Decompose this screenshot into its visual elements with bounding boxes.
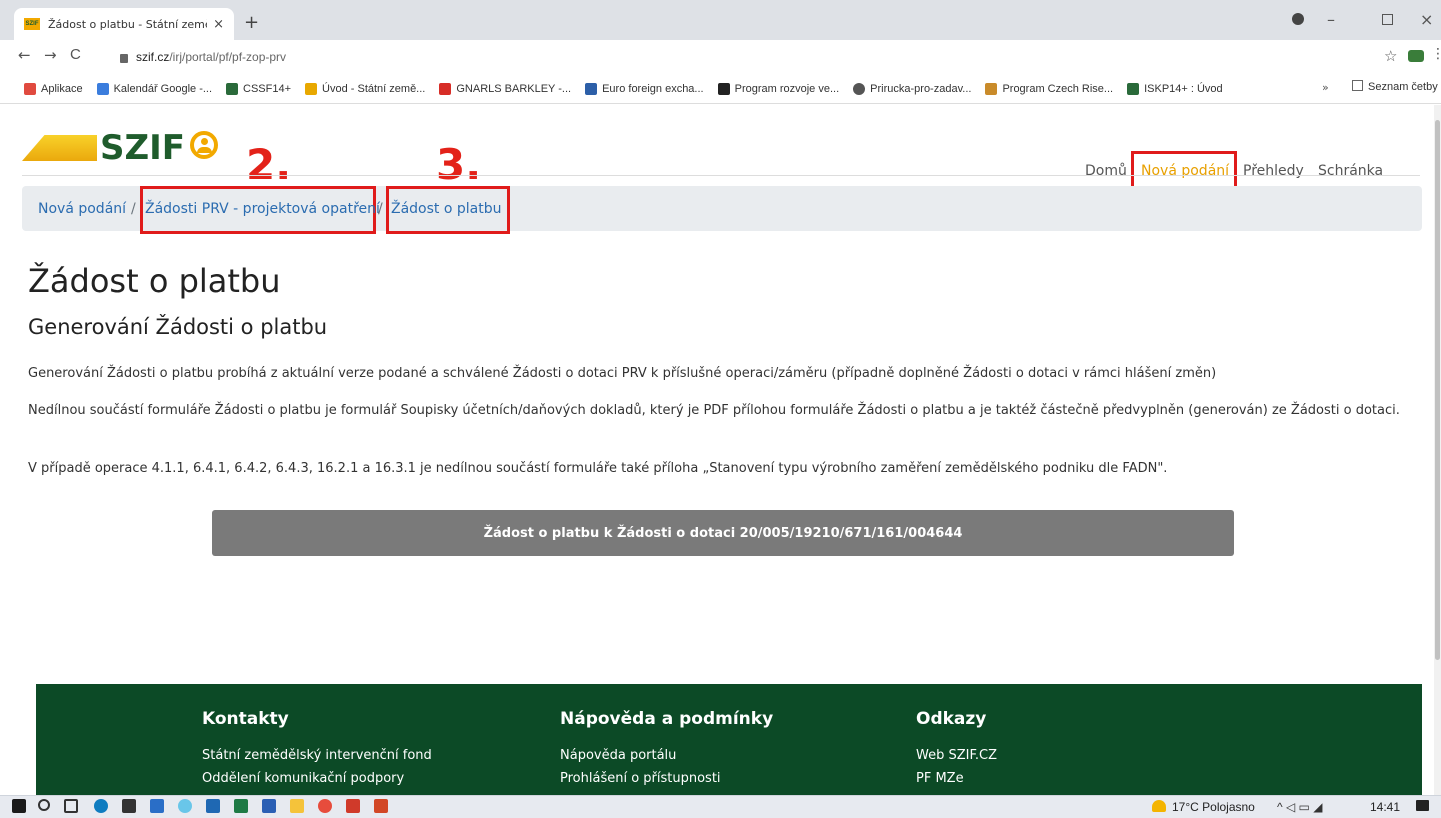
bookmark-icon: [439, 82, 452, 95]
nav-nova-podani[interactable]: Nová podání: [1141, 163, 1229, 179]
url-host: szif.cz: [136, 50, 170, 64]
chrome-icon[interactable]: [318, 799, 332, 813]
breadcrumb-nova-podani[interactable]: Nová podání: [38, 201, 126, 217]
apps-icon: [24, 82, 36, 95]
scrollbar-thumb[interactable]: [1435, 120, 1440, 660]
user-icon[interactable]: [190, 131, 218, 159]
nav-domu[interactable]: Domů: [1085, 163, 1127, 179]
paragraph-1: Generování Žádosti o platbu probíhá z ak…: [28, 366, 1217, 381]
excel-icon[interactable]: [234, 799, 248, 813]
footer-link[interactable]: Nápověda portálu: [560, 748, 676, 763]
globe-icon: [853, 82, 866, 95]
word-icon[interactable]: [262, 799, 276, 813]
mas-icon: [717, 82, 730, 95]
paragraph-3: V případě operace 4.1.1, 6.4.1, 6.4.2, 6…: [28, 461, 1168, 476]
footer-link[interactable]: Web SZIF.CZ: [916, 748, 997, 763]
forward-icon[interactable]: →: [44, 46, 57, 64]
szif-logo[interactable]: SZIF: [100, 128, 185, 168]
bookmark-item[interactable]: Prirucka-pro-zadav...: [853, 82, 971, 95]
bookmark-item[interactable]: Kalendář Google -...: [96, 82, 212, 95]
windows-start-icon[interactable]: [12, 799, 26, 813]
annotation-3: 3.: [436, 140, 482, 189]
profile-icon[interactable]: [1292, 13, 1304, 25]
lock-icon: [120, 53, 128, 63]
bookmark-icon: [226, 82, 239, 95]
szif-logo-stripes: [22, 135, 97, 161]
bookmark-item[interactable]: Aplikace: [24, 82, 83, 95]
more-bookmarks-icon[interactable]: »: [1322, 81, 1329, 94]
footer-help-title: Nápověda a podmínky: [560, 709, 774, 729]
bookmark-item[interactable]: Euro foreign excha...: [585, 82, 704, 95]
paragraph-2: Nedílnou součástí formuláře Žádosti o pl…: [28, 403, 1400, 418]
breadcrumb-zadost-o-platbu[interactable]: Žádost o platbu: [391, 201, 501, 217]
star-icon[interactable]: ☆: [1384, 47, 1397, 65]
maximize-icon[interactable]: [1382, 14, 1393, 25]
bookmark-item[interactable]: Program rozvoje ve...: [717, 82, 839, 95]
bookmarks-bar: Aplikace Kalendář Google -... CSSF14+ Úv…: [0, 74, 1441, 104]
breadcrumb-separator: /: [378, 201, 383, 217]
new-tab-button[interactable]: +: [244, 12, 259, 33]
ie-icon[interactable]: [178, 799, 192, 813]
bookmark-item[interactable]: Úvod - Státní země...: [305, 82, 425, 95]
breadcrumb-separator: /: [131, 201, 136, 217]
app-icon[interactable]: [206, 799, 220, 813]
store-icon[interactable]: [122, 799, 136, 813]
search-icon[interactable]: [38, 799, 50, 811]
footer-contacts-title: Kontakty: [202, 709, 289, 729]
weather-icon: [1152, 800, 1166, 812]
minimize-icon[interactable]: –: [1327, 10, 1335, 29]
reading-list[interactable]: Seznam četby: [1352, 80, 1438, 93]
bookmark-item[interactable]: Program Czech Rise...: [985, 82, 1113, 95]
file-explorer-icon[interactable]: [290, 799, 304, 813]
bookmark-item[interactable]: ISKP14+ : Úvod: [1127, 82, 1223, 95]
bookmark-icon: [1127, 82, 1140, 95]
acrobat-icon[interactable]: [346, 799, 360, 813]
browser-tab[interactable]: SZIF Žádost o platbu - Státní zeměděl ×: [14, 8, 234, 40]
breadcrumb-zadosti-prv[interactable]: Žádosti PRV - projektová opatření: [145, 201, 380, 217]
page-subtitle: Generování Žádosti o platbu: [28, 315, 328, 339]
back-icon[interactable]: ←: [18, 46, 31, 64]
footer-link[interactable]: Oddělení komunikační podpory: [202, 771, 404, 786]
task-view-icon[interactable]: [64, 799, 78, 813]
tray-icons[interactable]: ^ ◁ ▭ ◢: [1277, 800, 1322, 814]
bookmark-icon: [985, 82, 998, 95]
bookmark-item[interactable]: CSSF14+: [226, 82, 291, 95]
bookmark-icon: [585, 82, 598, 95]
bookmark-item[interactable]: GNARLS BARKLEY -...: [439, 82, 571, 95]
footer-link[interactable]: Státní zemědělský intervenční fond: [202, 748, 432, 763]
footer-links-title: Odkazy: [916, 709, 987, 729]
address-bar[interactable]: szif.cz /irj/portal/pf/pf-zop-prv: [110, 44, 1230, 70]
reading-list-icon: [1352, 80, 1363, 91]
notifications-icon[interactable]: [1416, 800, 1429, 811]
powerpoint-icon[interactable]: [374, 799, 388, 813]
tab-title: Žádost o platbu - Státní zeměděl: [48, 17, 207, 31]
nav-prehledy[interactable]: Přehledy: [1243, 163, 1304, 179]
extension-icon[interactable]: [1408, 50, 1424, 62]
header-divider: [22, 175, 1420, 176]
weather-text[interactable]: 17°C Polojasno: [1172, 800, 1255, 814]
annotation-2: 2.: [246, 140, 292, 189]
generate-payment-request-button[interactable]: Žádost o platbu k Žádosti o dotaci 20/00…: [212, 510, 1234, 556]
reload-icon[interactable]: C: [70, 46, 81, 63]
clock[interactable]: 14:41: [1370, 800, 1400, 814]
calendar-icon: [96, 82, 109, 95]
url-path: /irj/portal/pf/pf-zop-prv: [169, 50, 287, 64]
window-close-icon[interactable]: ×: [1420, 10, 1433, 29]
szif-icon: [305, 82, 318, 95]
footer-link[interactable]: Prohlášení o přístupnosti: [560, 771, 721, 786]
nav-schranka[interactable]: Schránka: [1318, 163, 1383, 179]
szif-favicon-icon: SZIF: [24, 18, 40, 30]
menu-icon[interactable]: ⋮: [1431, 46, 1441, 62]
tab-close-icon[interactable]: ×: [213, 17, 224, 32]
edge-icon[interactable]: [94, 799, 108, 813]
footer-link[interactable]: PF MZe: [916, 771, 964, 786]
outlook-icon[interactable]: [150, 799, 164, 813]
page-title: Žádost o platbu: [28, 262, 281, 300]
